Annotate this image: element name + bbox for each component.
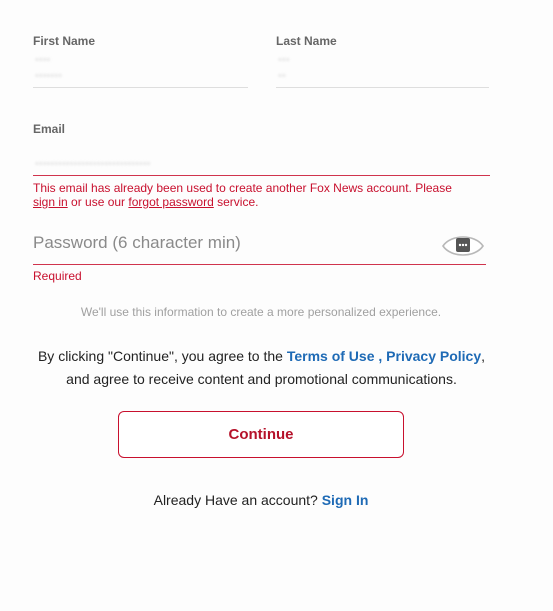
first-name-value-line2: ••••••• [35, 70, 62, 82]
last-name-value-line2: •• [278, 70, 286, 82]
email-value: •••••••••••••••••••••••••••••• [35, 158, 151, 170]
privacy-policy-link[interactable]: Privacy Policy [386, 348, 481, 364]
personalization-info-text: We'll use this information to create a m… [80, 305, 442, 319]
last-name-label: Last Name [276, 34, 337, 48]
continue-button[interactable]: Continue [118, 411, 404, 458]
first-name-label: First Name [33, 34, 96, 48]
email-error-text-2: or use our [67, 195, 129, 209]
last-name-value-line1: ••• [278, 54, 290, 66]
eye-icon-graphic [442, 236, 484, 256]
last-name-field[interactable] [276, 87, 489, 88]
eye-icon[interactable] [441, 231, 485, 266]
password-input[interactable]: Password (6 character min) [33, 233, 241, 253]
password-error-message: Required [33, 269, 82, 283]
email-error-text-3: service. [213, 195, 259, 209]
terms-suffix: , [481, 348, 486, 364]
sign-in-button-link[interactable]: Sign In [322, 492, 369, 508]
email-error-text-1: This email has already been used to crea… [33, 181, 452, 195]
terms-line2: and agree to receive content and promoti… [66, 371, 457, 387]
sign-in-prompt: Already Have an account? [153, 492, 318, 508]
terms-agreement-text: By clicking "Continue", you agree to the… [10, 345, 513, 391]
continue-button-label: Continue [228, 426, 294, 443]
sign-in-row: Already Have an account? Sign In [0, 492, 522, 508]
sign-in-link[interactable]: sign in [33, 195, 68, 209]
forgot-password-link[interactable]: forgot password [128, 195, 213, 209]
email-field[interactable] [33, 175, 490, 176]
first-name-value-line1: •••• [35, 54, 51, 66]
terms-separator: , [374, 348, 387, 364]
email-error-message: This email has already been used to crea… [33, 181, 498, 209]
password-underline [33, 264, 486, 265]
first-name-field[interactable] [33, 87, 248, 88]
terms-of-use-link[interactable]: Terms of Use [287, 348, 375, 364]
terms-prefix: By clicking "Continue", you agree to the [37, 348, 287, 364]
email-label: Email [33, 122, 66, 136]
